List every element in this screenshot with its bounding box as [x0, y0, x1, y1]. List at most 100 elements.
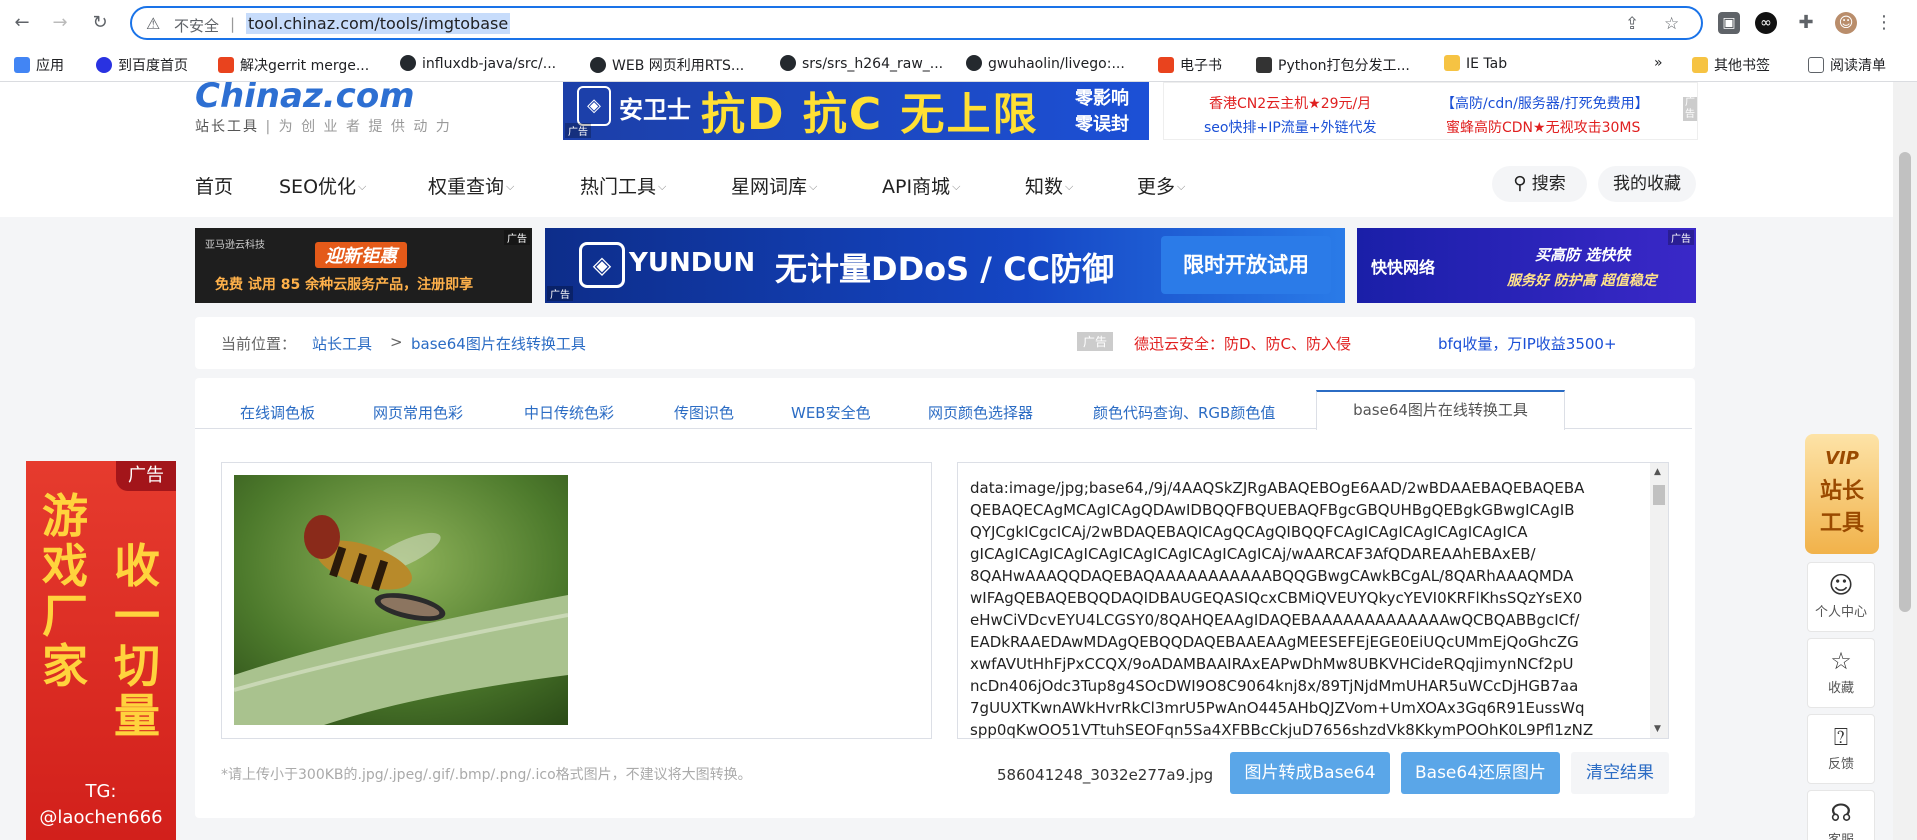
site-logo[interactable]: Chinaz.com	[195, 82, 415, 116]
ad-tag: 广告	[1683, 97, 1697, 121]
other-bookmarks[interactable]: 其他书签	[1692, 55, 1770, 75]
output-scrollbar[interactable]: ▲ ▼	[1650, 463, 1668, 738]
tool-card: 在线调色板 网页常用色彩 中日传统色彩 传图识色 WEB安全色 网页颜色选择器 …	[195, 378, 1695, 818]
extensions-puzzle-icon[interactable]: ✚	[1795, 12, 1817, 34]
nav-item-seo[interactable]: SEO优化 ⌵	[279, 172, 366, 199]
ad-yundun[interactable]: ◈ YUNDUN 无计量DDoS / CC防御 限时开放试用 广告	[545, 228, 1345, 303]
ad-anweishi[interactable]: ◈ 安卫士 抗D 抗C 无上限 零影响 零误封 广告	[563, 82, 1149, 140]
bookmark-srs[interactable]: srs/srs_h264_raw_...	[780, 55, 943, 72]
nav-item-zhishu[interactable]: 知数 ⌵	[1025, 172, 1073, 199]
tab-base64[interactable]: base64图片在线转换工具	[1316, 390, 1565, 430]
bookmark-web-rts[interactable]: WEB 网页利用RTS...	[590, 55, 744, 75]
chevron-down-icon: ⌵	[1177, 180, 1186, 193]
url-text[interactable]: tool.chinaz.com/tools/imgtobase	[246, 13, 511, 34]
apps-grid-icon	[14, 57, 30, 73]
base64-line: data:image/jpg;base64,/9j/4AAQSkZJRgABAQ…	[970, 479, 1585, 497]
ad-kuaikuai[interactable]: 快快网络 买高防 选快快 服务好 防护高 超值稳定 广告	[1357, 228, 1696, 303]
menu-kebab-icon[interactable]: ⋮	[1873, 12, 1895, 34]
my-favorites-button[interactable]: 我的收藏	[1598, 166, 1696, 202]
reload-icon[interactable]: ↻	[88, 11, 112, 35]
side-customer-service[interactable]: ☊ 客服	[1807, 790, 1875, 840]
bookmark-python[interactable]: Python打包分发工...	[1256, 55, 1410, 75]
yundun-shield-icon: ◈	[579, 242, 625, 288]
bookmark-gerrit[interactable]: 解决gerrit merge...	[218, 55, 369, 75]
back-icon[interactable]: ←	[10, 11, 34, 35]
insecure-label[interactable]: 不安全	[174, 15, 219, 36]
nav-item-hot-tools[interactable]: 热门工具 ⌵	[580, 172, 666, 199]
bookmark-baidu[interactable]: 到百度首页	[96, 55, 188, 75]
logo-subtitle: 站长工具 | 为 创 业 者 提 供 动 力	[195, 119, 452, 135]
star-icon: ☆	[1830, 647, 1852, 675]
base64-line: QYJCgkICgcICAj/2wBDAQEBAQICAgQCAgQIBQQFC…	[970, 523, 1528, 541]
base64-output[interactable]: data:image/jpg;base64,/9j/4AAQSkZJRgABAQ…	[957, 462, 1669, 739]
base64-text[interactable]: data:image/jpg;base64,/9j/4AAQSkZJRgABAQ…	[970, 477, 1630, 738]
tab-web-safe[interactable]: WEB安全色	[791, 402, 871, 423]
address-bar[interactable]: ⚠ 不安全 | tool.chinaz.com/tools/imgtobase …	[130, 6, 1703, 40]
tab-web-colors[interactable]: 网页常用色彩	[373, 402, 463, 423]
text-ad-3[interactable]: seo快排+IP流量+外链代发	[1204, 117, 1377, 137]
text-ad-1[interactable]: 香港CN2云主机★29元/月	[1209, 93, 1371, 113]
scroll-thumb[interactable]	[1653, 485, 1665, 505]
bookmark-star-icon[interactable]: ☆	[1664, 14, 1679, 34]
text-ad-4[interactable]: 蜜蜂高防CDN★无视攻击30MS	[1446, 117, 1640, 137]
warning-icon[interactable]: ⚠	[146, 14, 160, 33]
side-user-center[interactable]: ☺ 个人中心	[1807, 562, 1875, 632]
nav-item-weight[interactable]: 权重查询 ⌵	[428, 172, 514, 199]
folder-icon	[1692, 57, 1708, 73]
bookmark-livego[interactable]: gwuhaolin/livego:...	[966, 55, 1125, 72]
tab-palette[interactable]: 在线调色板	[240, 402, 315, 423]
bookmark-influxdb[interactable]: influxdb-java/src/...	[400, 55, 556, 72]
side-feedback[interactable]: ⍰ 反馈	[1807, 714, 1875, 784]
chevron-down-icon: ⌵	[952, 180, 961, 193]
tab-traditional-colors[interactable]: 中日传统色彩	[524, 402, 614, 423]
breadcrumb-home-link[interactable]: 站长工具	[312, 333, 372, 354]
bookmark-ietab[interactable]: IE Tab	[1444, 55, 1507, 72]
forward-icon[interactable]: →	[48, 11, 72, 35]
nav-item-xingwang[interactable]: 星网词库 ⌵	[731, 172, 817, 199]
restore-image-button[interactable]: Base64还原图片	[1401, 752, 1560, 794]
image-upload-area[interactable]	[221, 462, 932, 739]
hoverfly-photo	[234, 475, 568, 725]
base64-line: eHwCiVDcvEYU4LCGSY0/8QAHQEAAgIDAQEBAAAAA…	[970, 611, 1580, 629]
extension-square-icon[interactable]: ▣	[1718, 12, 1740, 34]
more-bookmarks[interactable]: »	[1654, 55, 1663, 71]
breadcrumb: 当前位置： 站长工具 > base64图片在线转换工具 广告 德迅云安全：防D、…	[195, 317, 1695, 369]
bookmark-ebook[interactable]: 电子书	[1158, 55, 1222, 75]
page-scrollbar[interactable]	[1893, 82, 1917, 840]
breadcrumb-ad-1[interactable]: 德迅云安全：防D、防C、防入侵	[1134, 333, 1351, 354]
tab-image-color[interactable]: 传图识色	[674, 402, 734, 423]
search-button[interactable]: ⚲ 搜索	[1492, 166, 1587, 202]
nav-item-home[interactable]: 首页	[195, 172, 233, 199]
reading-list[interactable]: 阅读清单	[1808, 55, 1886, 75]
csdn-icon	[218, 57, 234, 73]
breadcrumb-current[interactable]: base64图片在线转换工具	[411, 333, 586, 354]
chevron-down-icon: ⌵	[1065, 180, 1074, 193]
breadcrumb-ad-2[interactable]: bfq收量，万IP收益3500+	[1438, 333, 1617, 354]
profile-avatar[interactable]: ☺	[1835, 12, 1857, 34]
ad-aws[interactable]: 亚马逊云科技 迎新钜惠 免费 试用 85 余种云服务产品，注册即享 广告	[195, 228, 532, 303]
side-favorite[interactable]: ☆ 收藏	[1807, 638, 1875, 708]
bookmark-apps[interactable]: 应用	[14, 55, 64, 75]
cat-icon	[590, 57, 606, 73]
user-icon: ☺	[1828, 571, 1854, 599]
search-icon: ⚲	[1513, 173, 1527, 194]
convert-to-base64-button[interactable]: 图片转成Base64	[1230, 752, 1390, 794]
vip-tools-badge[interactable]: VIP 站长 工具	[1805, 434, 1879, 554]
shield-icon: ◈	[577, 86, 611, 126]
scroll-down-icon[interactable]: ▼	[1654, 724, 1661, 734]
nav-item-more[interactable]: 更多 ⌵	[1137, 172, 1185, 199]
scroll-up-icon[interactable]: ▲	[1654, 467, 1661, 477]
page-scroll-thumb[interactable]	[1899, 152, 1911, 612]
bookmarks-bar: 应用 到百度首页 解决gerrit merge... influxdb-java…	[0, 46, 1917, 82]
tab-color-picker[interactable]: 网页颜色选择器	[928, 402, 1033, 423]
text-ad-2[interactable]: 【高防/cdn/服务器/打死免费用】	[1441, 93, 1649, 113]
base64-line: xwfAVUtHhFjPxCCQX/9oADAMBAAIRAxEAPwDhMw8…	[970, 655, 1574, 673]
tab-rgb-lookup[interactable]: 颜色代码查询、RGB颜色值	[1093, 402, 1275, 423]
share-icon[interactable]: ⇪	[1625, 14, 1639, 34]
extension-infinity-icon[interactable]: ∞	[1755, 12, 1777, 34]
clear-result-button[interactable]: 清空结果	[1571, 752, 1669, 794]
nav-item-api[interactable]: API商城 ⌵	[882, 172, 960, 199]
omni-separator: |	[230, 15, 236, 33]
page-icon	[1256, 57, 1272, 73]
left-side-ad[interactable]: 广告 游 戏 厂 家 收 一 切 量 TG: @laochen666	[26, 461, 176, 840]
